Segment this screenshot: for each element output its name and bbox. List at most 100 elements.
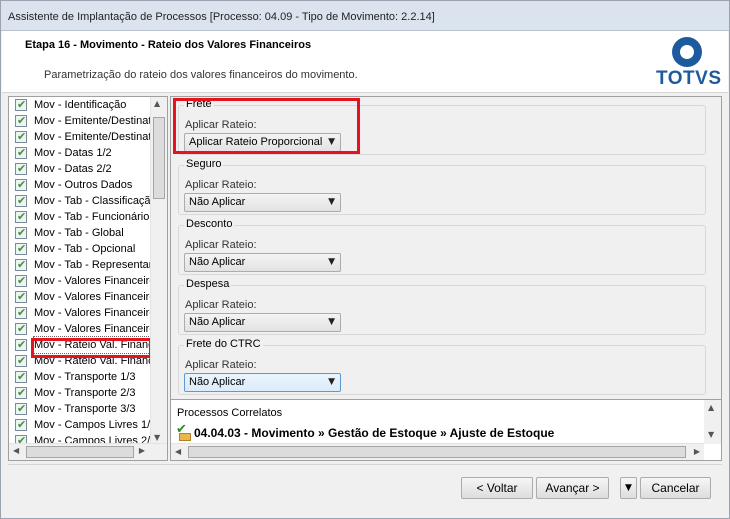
chevron-down-icon: ▼ (328, 257, 335, 267)
list-item[interactable]: Mov - Valores Financeiro (9, 305, 151, 321)
chevron-down-icon[interactable]: ▼ (620, 477, 637, 499)
group-title: Desconto (184, 218, 235, 230)
chevron-down-icon: ▼ (328, 197, 335, 207)
chevron-down-icon: ▼ (328, 317, 335, 327)
next-button[interactable]: Avançar > (536, 477, 609, 499)
group-title: Despesa (184, 278, 232, 290)
list-item[interactable]: Mov - Tab - Classificação (9, 193, 151, 209)
checked-icon (15, 321, 27, 337)
scroll-left-icon[interactable]: ◀ (13, 446, 19, 455)
checked-icon (15, 385, 27, 401)
list-item[interactable]: Mov - Campos Livres 1/2 (9, 417, 151, 433)
list-item[interactable]: Mov - Tab - Opcional (9, 241, 151, 257)
scroll-right-icon[interactable]: ▶ (694, 447, 700, 456)
checked-icon (15, 289, 27, 305)
scroll-left-icon[interactable]: ◀ (175, 447, 181, 456)
list-item[interactable]: Mov - Valores Financeiro (9, 273, 151, 289)
field-label: Aplicar Rateio: (185, 299, 257, 311)
checked-icon (15, 209, 27, 225)
scroll-down-icon[interactable]: ▼ (708, 430, 714, 439)
checked-icon (15, 97, 27, 113)
select-value: Não Aplicar (189, 376, 246, 388)
group-seguro: Seguro Aplicar Rateio: Não Aplicar ▼ (178, 158, 706, 215)
scrollbar-thumb[interactable] (26, 446, 134, 458)
related-process-link[interactable]: 04.04.03 - Movimento » Gestão de Estoque… (176, 422, 555, 441)
group-title: Frete do CTRC (184, 338, 263, 350)
frete-ctrc-rateio-select[interactable]: Não Aplicar ▼ (184, 373, 341, 392)
scroll-up-icon[interactable]: ▲ (708, 403, 714, 412)
list-item[interactable]: Mov - Valores Financeiro (9, 289, 151, 305)
title-bar: Assistente de Implantação de Processos [… (1, 1, 729, 31)
select-value: Não Aplicar (189, 256, 246, 268)
scroll-right-icon[interactable]: ▶ (139, 446, 145, 455)
field-label: Aplicar Rateio: (185, 239, 257, 251)
field-label: Aplicar Rateio: (185, 119, 257, 131)
logo-text: TOTVS (656, 68, 722, 89)
wizard-header: Etapa 16 - Movimento - Rateio dos Valore… (2, 31, 728, 93)
checked-icon (15, 353, 27, 369)
select-value: Não Aplicar (189, 196, 246, 208)
list-item[interactable]: Mov - Tab - Representan (9, 257, 151, 273)
group-despesa: Despesa Aplicar Rateio: Não Aplicar ▼ (178, 278, 706, 335)
footer-divider (8, 464, 722, 465)
related-horizontal-scrollbar[interactable]: ◀ ▶ (171, 443, 704, 460)
related-process-text: 04.04.03 - Movimento » Gestão de Estoque… (194, 426, 555, 440)
steps-list: Mov - Identificação Mov - Emitente/Desti… (9, 97, 151, 444)
checked-icon (15, 113, 27, 129)
list-item[interactable]: Mov - Datas 1/2 (9, 145, 151, 161)
checked-icon (15, 129, 27, 145)
group-title: Frete (184, 98, 214, 110)
steps-horizontal-scrollbar[interactable]: ◀ ▶ (9, 443, 167, 460)
list-item-selected[interactable]: Mov - Rateio Val. Financ (9, 336, 151, 354)
wizard-window: Assistente de Implantação de Processos [… (0, 0, 730, 519)
related-processes-panel: Processos Correlatos 04.04.03 - Moviment… (171, 399, 721, 460)
window-title: Assistente de Implantação de Processos [… (8, 11, 435, 23)
cancel-button[interactable]: Cancelar (640, 477, 711, 499)
list-item[interactable]: Mov - Transporte 3/3 (9, 401, 151, 417)
totvs-logo: TOTVS (652, 34, 722, 90)
scroll-up-icon[interactable]: ▲ (154, 99, 160, 108)
step-description: Parametrização do rateio dos valores fin… (44, 69, 358, 81)
list-item[interactable]: Mov - Transporte 2/3 (9, 385, 151, 401)
checked-icon (15, 225, 27, 241)
field-label: Aplicar Rateio: (185, 179, 257, 191)
checked-icon (15, 193, 27, 209)
list-item[interactable]: Mov - Tab - Funcionário (9, 209, 151, 225)
chevron-down-icon: ▼ (328, 377, 335, 387)
field-label: Aplicar Rateio: (185, 359, 257, 371)
despesa-rateio-select[interactable]: Não Aplicar ▼ (184, 313, 341, 332)
checked-icon (15, 257, 27, 273)
settings-pane: Frete Aplicar Rateio: Aplicar Rateio Pro… (170, 96, 722, 461)
steps-vertical-scrollbar[interactable]: ▲ ▼ (150, 97, 167, 444)
frete-rateio-select[interactable]: Aplicar Rateio Proporcional ▼ (184, 133, 341, 152)
list-item[interactable]: Mov - Valores Financeiro (9, 321, 151, 337)
list-item[interactable]: Mov - Emitente/Destinat (9, 129, 151, 145)
group-frete-ctrc: Frete do CTRC Aplicar Rateio: Não Aplica… (178, 338, 706, 395)
scroll-down-icon[interactable]: ▼ (154, 433, 160, 442)
scrollbar-thumb[interactable] (188, 446, 686, 458)
scrollbar-thumb[interactable] (153, 117, 165, 199)
group-title: Seguro (184, 158, 224, 170)
step-title: Etapa 16 - Movimento - Rateio dos Valore… (25, 39, 312, 51)
list-item[interactable]: Mov - Tab - Global (9, 225, 151, 241)
list-item[interactable]: Mov - Datas 2/2 (9, 161, 151, 177)
group-frete: Frete Aplicar Rateio: Aplicar Rateio Pro… (178, 98, 706, 155)
list-item[interactable]: Mov - Emitente/Destinat (9, 113, 151, 129)
logo-icon (672, 37, 702, 67)
desconto-rateio-select[interactable]: Não Aplicar ▼ (184, 253, 341, 272)
list-item[interactable]: Mov - Identificação (9, 97, 151, 113)
list-item[interactable]: Mov - Outros Dados (9, 177, 151, 193)
chevron-down-icon: ▼ (328, 137, 335, 147)
back-button[interactable]: < Voltar (461, 477, 533, 499)
checked-icon (15, 273, 27, 289)
checked-icon (15, 337, 27, 353)
checked-icon (15, 145, 27, 161)
seguro-rateio-select[interactable]: Não Aplicar ▼ (184, 193, 341, 212)
checked-icon (15, 177, 27, 193)
steps-tree[interactable]: Mov - Identificação Mov - Emitente/Desti… (8, 96, 168, 461)
list-item[interactable]: Mov - Rateio Val. Financ (9, 353, 151, 369)
group-desconto: Desconto Aplicar Rateio: Não Aplicar ▼ (178, 218, 706, 275)
select-value: Não Aplicar (189, 316, 246, 328)
list-item[interactable]: Mov - Transporte 1/3 (9, 369, 151, 385)
related-vertical-scrollbar[interactable]: ▲ ▼ (704, 400, 721, 444)
